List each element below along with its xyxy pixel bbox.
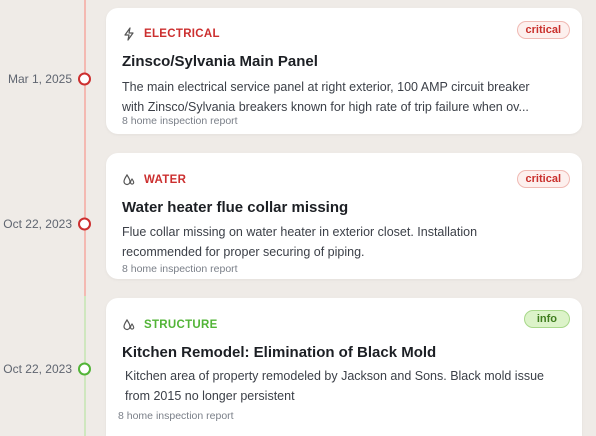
status-badge: critical	[516, 170, 570, 188]
source-label[interactable]: 8 home inspection report	[122, 263, 238, 275]
issue-description: Kitchen area of property remodeled by Ja…	[125, 369, 544, 403]
timeline-marker[interactable]	[78, 217, 91, 231]
source-label[interactable]: 8 home inspection report	[118, 410, 234, 422]
issue-description: The main electrical service panel at rig…	[122, 80, 530, 114]
issue-description: Flue collar missing on water heater in e…	[122, 225, 478, 259]
category-text: STRUCTURE	[144, 319, 218, 331]
status-badge: info	[523, 310, 570, 328]
bolt-icon	[124, 27, 134, 41]
timeline-date: Mar 1, 2025	[7, 72, 72, 86]
category-text: WATER	[144, 174, 187, 186]
category-label: STRUCTURE	[122, 318, 218, 332]
category-label: ELECTRICAL	[122, 27, 220, 41]
water-drops-icon	[123, 318, 135, 331]
issue-card-structure[interactable]: STRUCTURE info Kitchen Remodel: Eliminat…	[106, 298, 582, 436]
category-label: WATER	[122, 173, 186, 187]
issue-title: Kitchen Remodel: Elimination of Black Mo…	[122, 344, 437, 361]
source-label[interactable]: 8 home inspection report	[122, 115, 238, 127]
water-drops-icon	[123, 173, 135, 186]
timeline-marker[interactable]	[78, 362, 91, 376]
status-badge: critical	[516, 21, 570, 39]
timeline-date: Oct 22, 2023	[3, 362, 72, 376]
issue-card-electrical[interactable]: ELECTRICAL critical Zinsco/Sylvania Main…	[106, 8, 582, 134]
category-text: ELECTRICAL	[144, 28, 220, 40]
issue-card-water[interactable]: WATER critical Water heater flue collar …	[106, 153, 582, 279]
issue-title: Water heater flue collar missing	[122, 199, 349, 216]
issue-title: Zinsco/Sylvania Main Panel	[122, 53, 318, 70]
timeline-line-critical	[84, 0, 86, 296]
timeline-marker[interactable]	[78, 72, 91, 86]
timeline-date: Oct 22, 2023	[3, 217, 72, 231]
